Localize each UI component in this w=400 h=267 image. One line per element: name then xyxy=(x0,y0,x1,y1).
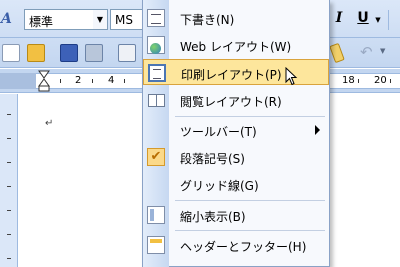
vertical-ruler-tick xyxy=(7,162,11,163)
menu-item-label: 閲覧レイアウト(R) xyxy=(180,95,282,109)
menu-item-paragraph-marks[interactable]: ✔ 段落記号(S) xyxy=(143,144,329,170)
checkmark-icon: ✔ xyxy=(147,148,165,166)
menu-item-gridlines[interactable]: グリッド線(G) xyxy=(143,171,329,197)
vertical-ruler-tick xyxy=(7,114,11,115)
thumbnail-icon xyxy=(147,206,165,224)
toolbar-separator xyxy=(388,10,389,30)
submenu-arrow-icon xyxy=(315,125,320,135)
print-icon[interactable] xyxy=(118,44,136,62)
menu-item-header-footer[interactable]: ヘッダーとフッター(H) xyxy=(143,232,329,258)
reading-layout-icon xyxy=(147,91,165,109)
menu-item-draft[interactable]: 下書き(N) xyxy=(143,5,329,31)
menu-item-toolbars[interactable]: ツールバー(T) xyxy=(143,117,329,143)
underline-button[interactable]: U xyxy=(356,10,370,30)
menu-item-label: グリッド線(G) xyxy=(180,179,259,193)
new-document-icon[interactable] xyxy=(2,44,20,62)
menu-separator xyxy=(175,200,325,201)
ruler-number: 18 xyxy=(342,75,355,86)
save-disk-icon[interactable] xyxy=(60,44,78,62)
menu-item-label: Web レイアウト(W) xyxy=(180,40,292,54)
ruler-number: 4 xyxy=(108,75,115,86)
menu-item-label: ヘッダーとフッター(H) xyxy=(180,240,307,254)
menu-item-thumbnails[interactable]: 縮小表示(B) xyxy=(143,202,329,228)
ruler-tick xyxy=(390,79,391,83)
vertical-ruler-tick xyxy=(7,186,11,187)
vertical-ruler-tick xyxy=(7,258,11,259)
vertical-ruler-tick xyxy=(7,234,11,235)
print-layout-icon xyxy=(148,64,166,82)
styles-formatting-icon[interactable]: A xyxy=(1,11,23,29)
menu-item-label: 下書き(N) xyxy=(180,13,235,27)
style-select[interactable]: 標準 ▼ xyxy=(24,9,108,30)
menu-item-reading-layout[interactable]: 閲覧レイアウト(R) xyxy=(143,87,329,113)
menu-item-web-layout[interactable]: Web レイアウト(W) xyxy=(143,32,329,58)
menu-separator xyxy=(175,230,325,231)
menu-item-label: 縮小表示(B) xyxy=(180,210,246,224)
ruler-number: 20 xyxy=(374,75,387,86)
undo-dropdown-icon[interactable]: ▼ xyxy=(380,47,385,55)
paragraph-mark: ↵ xyxy=(45,118,54,129)
ruler-tick xyxy=(124,79,125,83)
open-folder-icon[interactable] xyxy=(27,44,45,62)
ruler-left-margin xyxy=(0,73,36,89)
permission-icon[interactable] xyxy=(85,44,103,62)
mouse-cursor-icon xyxy=(285,67,298,86)
header-footer-icon xyxy=(147,236,165,254)
vertical-ruler[interactable] xyxy=(0,94,18,267)
style-select-value: 標準 xyxy=(29,15,54,29)
vertical-ruler-tick xyxy=(7,210,11,211)
italic-button[interactable]: I xyxy=(332,10,346,30)
vertical-ruler-tick xyxy=(7,138,11,139)
web-layout-icon xyxy=(147,36,165,54)
chevron-down-icon[interactable]: ▼ xyxy=(93,10,107,29)
format-painter-icon[interactable] xyxy=(329,42,345,64)
ruler-tick xyxy=(358,79,359,83)
draft-view-icon xyxy=(147,9,165,27)
menu-item-print-layout[interactable]: 印刷レイアウト(P) xyxy=(143,59,329,85)
underline-dropdown-icon[interactable]: ▼ xyxy=(374,10,382,30)
menu-item-label: ツールバー(T) xyxy=(180,125,257,139)
font-select-value: MS xyxy=(115,13,133,27)
indent-marker-icon[interactable] xyxy=(38,70,50,92)
ruler-tick xyxy=(60,79,61,83)
menu-item-label: 段落記号(S) xyxy=(180,152,245,166)
menu-item-label: 印刷レイアウト(P) xyxy=(181,68,282,82)
undo-icon[interactable]: ↶ xyxy=(360,43,373,61)
ruler-tick xyxy=(92,79,93,83)
font-select[interactable]: MS xyxy=(110,9,146,30)
view-menu: 下書き(N) Web レイアウト(W) 印刷レイアウト(P) 閲覧レイアウト(R… xyxy=(142,0,330,267)
ruler-number: 2 xyxy=(75,75,82,86)
